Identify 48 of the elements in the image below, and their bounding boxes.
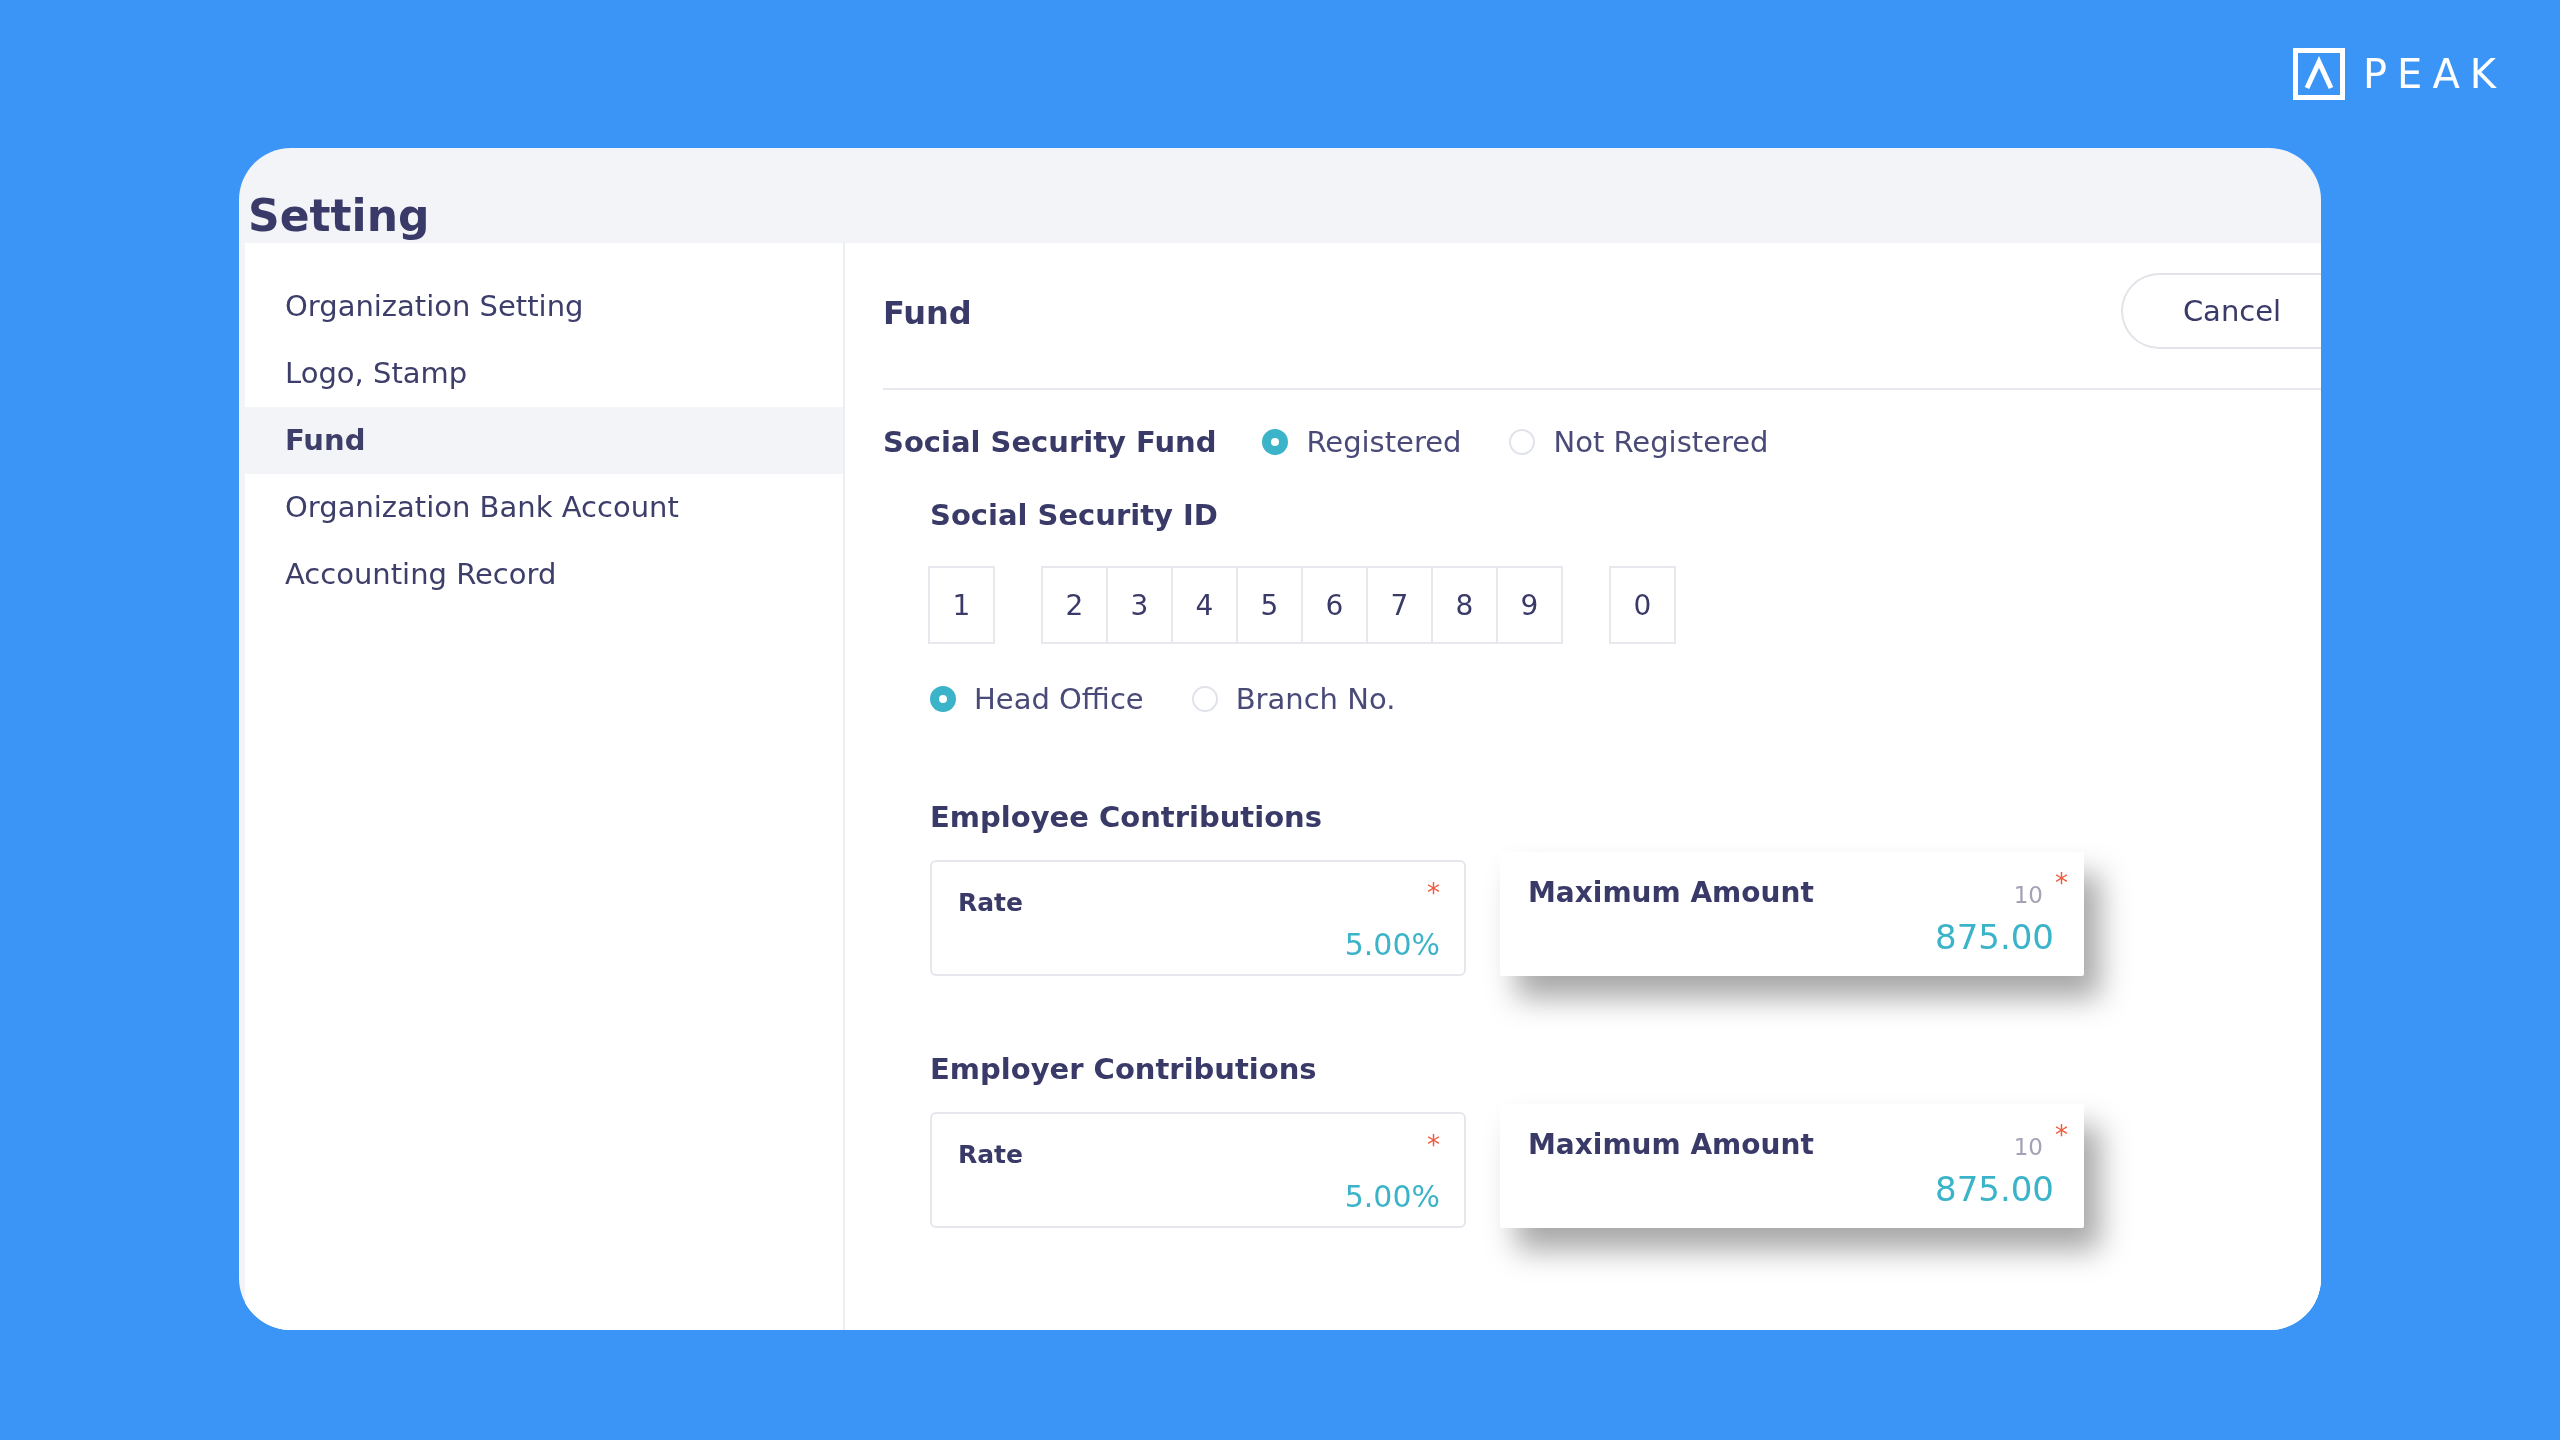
input-field[interactable]: Rate * 5.00%	[930, 1112, 1466, 1228]
logo-text: PEAK	[2363, 54, 2506, 94]
field-label: Rate	[958, 1140, 1024, 1169]
sidebar-item[interactable]: Organization Setting	[245, 273, 843, 340]
radio-label[interactable]: Branch No.	[1235, 682, 1396, 716]
digit-field[interactable]: 2	[1041, 566, 1108, 644]
digit-field[interactable]: 0	[1609, 566, 1676, 644]
digit-field[interactable]: 7	[1366, 566, 1433, 644]
input-field[interactable]: Maximum Amount 10 * 875.00	[1500, 1104, 2084, 1228]
radio-label[interactable]: Head Office	[974, 682, 1144, 716]
radio-button[interactable]	[930, 686, 956, 712]
field-value: 875.00	[1934, 917, 2055, 957]
digit-field[interactable]: 5	[1236, 566, 1303, 644]
required-mark: *	[1427, 1132, 1440, 1158]
input-field[interactable]: Maximum Amount 10 * 875.00	[1500, 852, 2084, 976]
section-heading: Employee Contributions	[930, 800, 1323, 834]
sidebar-item[interactable]: Logo, Stamp	[245, 340, 843, 407]
field-value: 5.00%	[1343, 1179, 1440, 1214]
radio-label[interactable]: Registered	[1306, 425, 1462, 459]
field-label: Rate	[958, 888, 1024, 917]
character-count: 10	[2013, 1134, 2043, 1160]
field-value: 875.00	[1934, 1169, 2055, 1209]
section-title: Fund	[883, 294, 972, 332]
character-count: 10	[2013, 882, 2043, 908]
section-heading: Employer Contributions	[930, 1052, 1318, 1086]
radio-button[interactable]	[1262, 429, 1289, 455]
field-label: Social Security ID	[930, 498, 1219, 532]
required-mark: *	[1427, 880, 1440, 906]
digit-field[interactable]: 3	[1106, 566, 1173, 644]
digit-field[interactable]: 9	[1496, 566, 1563, 644]
sidebar-item[interactable]: Fund	[245, 407, 843, 474]
sidebar-item[interactable]: Accounting Record	[245, 541, 843, 608]
digit-field[interactable]: 4	[1171, 566, 1238, 644]
field-label: Maximum Amount	[1528, 876, 1814, 909]
sidebar-item[interactable]: Organization Bank Account	[245, 474, 843, 541]
digit-field[interactable]: 1	[928, 566, 995, 644]
digit-field[interactable]: 8	[1431, 566, 1498, 644]
page-title: Setting	[247, 189, 431, 243]
digit-field[interactable]: 6	[1301, 566, 1368, 644]
field-label: Maximum Amount	[1528, 1128, 1814, 1161]
field-label: Social Security Fund	[883, 425, 1217, 459]
logo-icon	[2293, 48, 2345, 100]
input-field[interactable]: Rate * 5.00%	[930, 860, 1466, 976]
cancel-button[interactable]: Cancel	[2121, 273, 2321, 349]
required-mark: *	[2055, 1122, 2068, 1148]
radio-label[interactable]: Not Registered	[1553, 425, 1769, 459]
field-value: 5.00%	[1343, 927, 1440, 962]
required-mark: *	[2055, 870, 2068, 896]
